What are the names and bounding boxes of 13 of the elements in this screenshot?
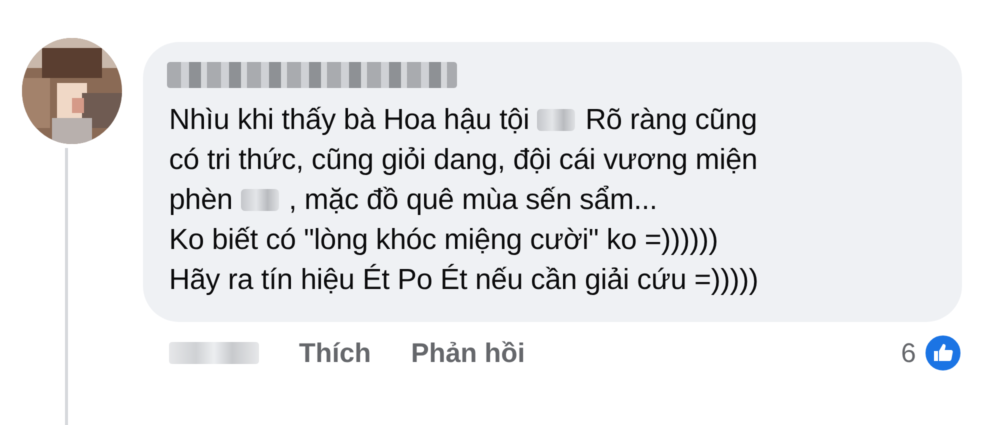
like-link[interactable]: Thích — [299, 338, 371, 368]
reaction-count: 6 — [900, 338, 916, 368]
comment-text: Nhìu khi thấy bà Hoa hậu tội — [169, 104, 530, 136]
blurred-word — [240, 189, 279, 211]
comment-text: phèn — [169, 184, 233, 216]
comment-text: Hãy ra tín hiệu Ét Po Ét nếu cần giải cứu =))))) — [169, 264, 758, 296]
comment-text: có tri thức, cũng giỏi dang, đội cái vương miện — [169, 144, 758, 176]
comment-text: Ko biết có "lòng khóc miệng cười" ko =)))))) — [169, 224, 718, 256]
like-icon — [924, 334, 962, 372]
comment-text: Rõ ràng cũng — [585, 104, 758, 136]
blurred-word — [537, 109, 576, 131]
reply-link[interactable]: Phản hồi — [411, 338, 525, 368]
comment-text: , mặc đồ quê mùa sến sẩm... — [288, 184, 658, 216]
